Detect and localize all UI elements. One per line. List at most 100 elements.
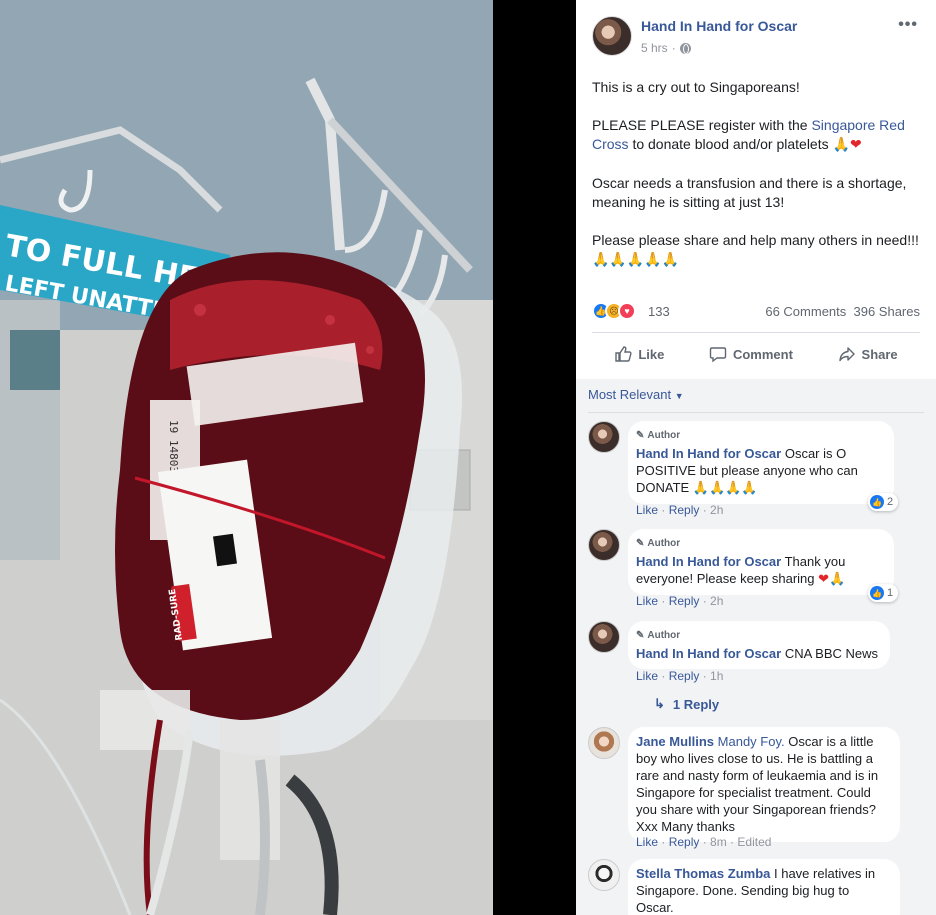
comment-text: Oscar is a little boy who lives close to…: [636, 734, 879, 834]
comments-count[interactable]: 66 Comments: [765, 304, 846, 319]
replies-label: 1 Reply: [672, 696, 720, 712]
sort-divider: [588, 412, 924, 413]
author-badge: ✎ Author: [636, 427, 882, 444]
comment-reaction-badge[interactable]: 👍 2: [868, 493, 899, 511]
post-paragraph-1: This is a cry out to Singaporeans!: [592, 79, 800, 95]
comment-button[interactable]: Comment: [709, 345, 793, 363]
reactions-summary: 👍 ☹ ♥ 133 66 Comments 396 Shares: [592, 301, 920, 323]
comment-reply-link[interactable]: Reply: [669, 669, 700, 683]
commenter-name[interactable]: Hand In Hand for Oscar: [636, 446, 781, 461]
comment-reaction-badge[interactable]: 👍 1: [868, 584, 899, 602]
comment-edited[interactable]: Edited: [737, 835, 771, 849]
comment-text: CNA BBC News: [784, 646, 879, 661]
comment-share-counts: 66 Comments 396 Shares: [765, 304, 920, 319]
shares-count[interactable]: 396 Shares: [854, 304, 921, 319]
comment-bubble: ✎ Author Hand In Hand for Oscar Oscar is …: [628, 421, 894, 504]
comment-like-link[interactable]: Like: [636, 669, 658, 683]
blood-bag-photo: TO FULL HEIG LEFT UNATTE 19 148036 RAD-S…: [0, 0, 493, 915]
commenter-avatar[interactable]: [588, 727, 620, 759]
photo-gap: [493, 0, 576, 915]
post-paragraph-3: Oscar needs a transfusion and there is a…: [592, 175, 907, 210]
more-options-icon[interactable]: •••: [898, 16, 918, 34]
comment-reply-link[interactable]: Reply: [669, 503, 700, 517]
comment-reply-link[interactable]: Reply: [669, 594, 700, 608]
mini-like-icon: 👍: [870, 586, 884, 600]
heart-icon: ❤: [818, 572, 830, 587]
comment-bubble: Jane Mullins Mandy Foy. Oscar is a littl…: [628, 727, 900, 842]
comment-sort-dropdown[interactable]: Most Relevant ▼: [588, 387, 684, 402]
comment-reply-link[interactable]: Reply: [669, 835, 700, 849]
actions-top-divider: [592, 332, 920, 333]
reaction-count[interactable]: 133: [648, 304, 670, 319]
mini-like-icon: 👍: [870, 495, 884, 509]
author-badge: ✎ Author: [636, 627, 878, 644]
comment-label: Comment: [732, 346, 793, 362]
comment-time[interactable]: 1h: [710, 669, 723, 683]
praying-hands-row-icon: 🙏🙏🙏🙏🙏: [592, 252, 680, 268]
comment-like-link[interactable]: Like: [636, 503, 658, 517]
post-text: This is a cry out to Singaporeans! PLEAS…: [576, 66, 936, 270]
commenter-avatar[interactable]: [588, 529, 620, 561]
post-paragraph-4: Please please share and help many others…: [592, 231, 920, 270]
like-label: Like: [638, 346, 665, 362]
heart-icon: ❤: [849, 137, 862, 153]
comment-actions: Like · Reply · 2h: [636, 594, 724, 608]
commenter-name[interactable]: Hand In Hand for Oscar: [636, 646, 781, 661]
comment-time[interactable]: 2h: [710, 503, 723, 517]
author-badge-label: Author: [647, 630, 681, 641]
comment-icon: [709, 347, 727, 363]
post-header: Hand In Hand for Oscar 5 hrs · •••: [576, 0, 936, 66]
reaction-icons[interactable]: 👍 ☹ ♥: [592, 302, 636, 320]
comments-section: Most Relevant ▼ ✎ Author Hand In Hand for…: [576, 379, 936, 915]
like-button[interactable]: Like: [614, 345, 664, 363]
post-paragraph-4-text: Please please share and help many others…: [592, 232, 919, 248]
comment-actions: Like · Reply · 8m · Edited: [636, 835, 772, 849]
comment-bubble: ✎ Author Hand In Hand for Oscar CNA BBC N…: [628, 621, 891, 669]
comment-time[interactable]: 2h: [710, 594, 723, 608]
author-badge-label: Author: [647, 430, 681, 441]
praying-hands-icon: 🙏: [829, 572, 846, 587]
comment-reaction-count: 1: [887, 587, 894, 599]
pencil-icon: ✎: [636, 538, 645, 549]
share-button[interactable]: Share: [838, 345, 898, 363]
commenter-avatar[interactable]: [588, 859, 620, 891]
comment-like-link[interactable]: Like: [636, 594, 658, 608]
comment-bubble: ✎ Author Hand In Hand for Oscar Thank you…: [628, 529, 894, 595]
post-panel: Hand In Hand for Oscar 5 hrs · ••• This …: [576, 0, 936, 915]
post-photo[interactable]: TO FULL HEIG LEFT UNATTE 19 148036 RAD-S…: [0, 0, 493, 915]
share-arrow-icon: [838, 347, 855, 362]
globe-icon[interactable]: [679, 42, 691, 54]
post-actions: Like Comment Share: [592, 338, 920, 370]
caret-down-icon: ▼: [674, 391, 684, 401]
commenter-avatar[interactable]: [588, 621, 620, 653]
commenter-name[interactable]: Jane Mullins: [636, 734, 714, 749]
commenter-name[interactable]: Hand In Hand for Oscar: [636, 554, 781, 569]
thumbs-up-icon: [615, 346, 632, 362]
author-badge: ✎ Author: [636, 535, 882, 552]
post-paragraph-2-start: PLEASE PLEASE register with the: [592, 117, 812, 133]
pencil-icon: ✎: [636, 430, 645, 441]
comment-actions: Like · Reply · 1h: [636, 669, 724, 683]
meta-dot: ·: [671, 41, 676, 55]
comment-time[interactable]: 8m: [710, 835, 727, 849]
page-avatar[interactable]: [592, 16, 632, 56]
commenter-avatar[interactable]: [588, 421, 620, 453]
comment-actions: Like · Reply · 2h: [636, 503, 724, 517]
comment-like-link[interactable]: Like: [636, 835, 658, 849]
pencil-icon: ✎: [636, 630, 645, 641]
comment-bubble: Stella Thomas Zumba I have relatives in …: [628, 859, 900, 915]
view-replies-link[interactable]: ↳ 1 Reply: [654, 696, 719, 712]
tagged-user-link[interactable]: Mandy Foy.: [718, 734, 785, 749]
love-reaction-icon: ♥: [618, 302, 636, 320]
commenter-name[interactable]: Stella Thomas Zumba: [636, 866, 770, 881]
comment-reaction-count: 2: [887, 496, 894, 508]
post-meta: 5 hrs ·: [641, 41, 691, 55]
post-time[interactable]: 5 hrs: [641, 41, 668, 55]
post-paragraph-2-end: to donate blood and/or platelets: [628, 136, 833, 152]
page-name-link[interactable]: Hand In Hand for Oscar: [641, 18, 797, 34]
share-label: Share: [861, 346, 898, 362]
praying-hands-icon: 🙏🙏🙏🙏: [692, 481, 758, 496]
reply-arrow-icon: ↳: [654, 696, 665, 711]
post-paragraph-2: PLEASE PLEASE register with the Singapor…: [592, 116, 920, 155]
author-badge-label: Author: [647, 538, 681, 549]
